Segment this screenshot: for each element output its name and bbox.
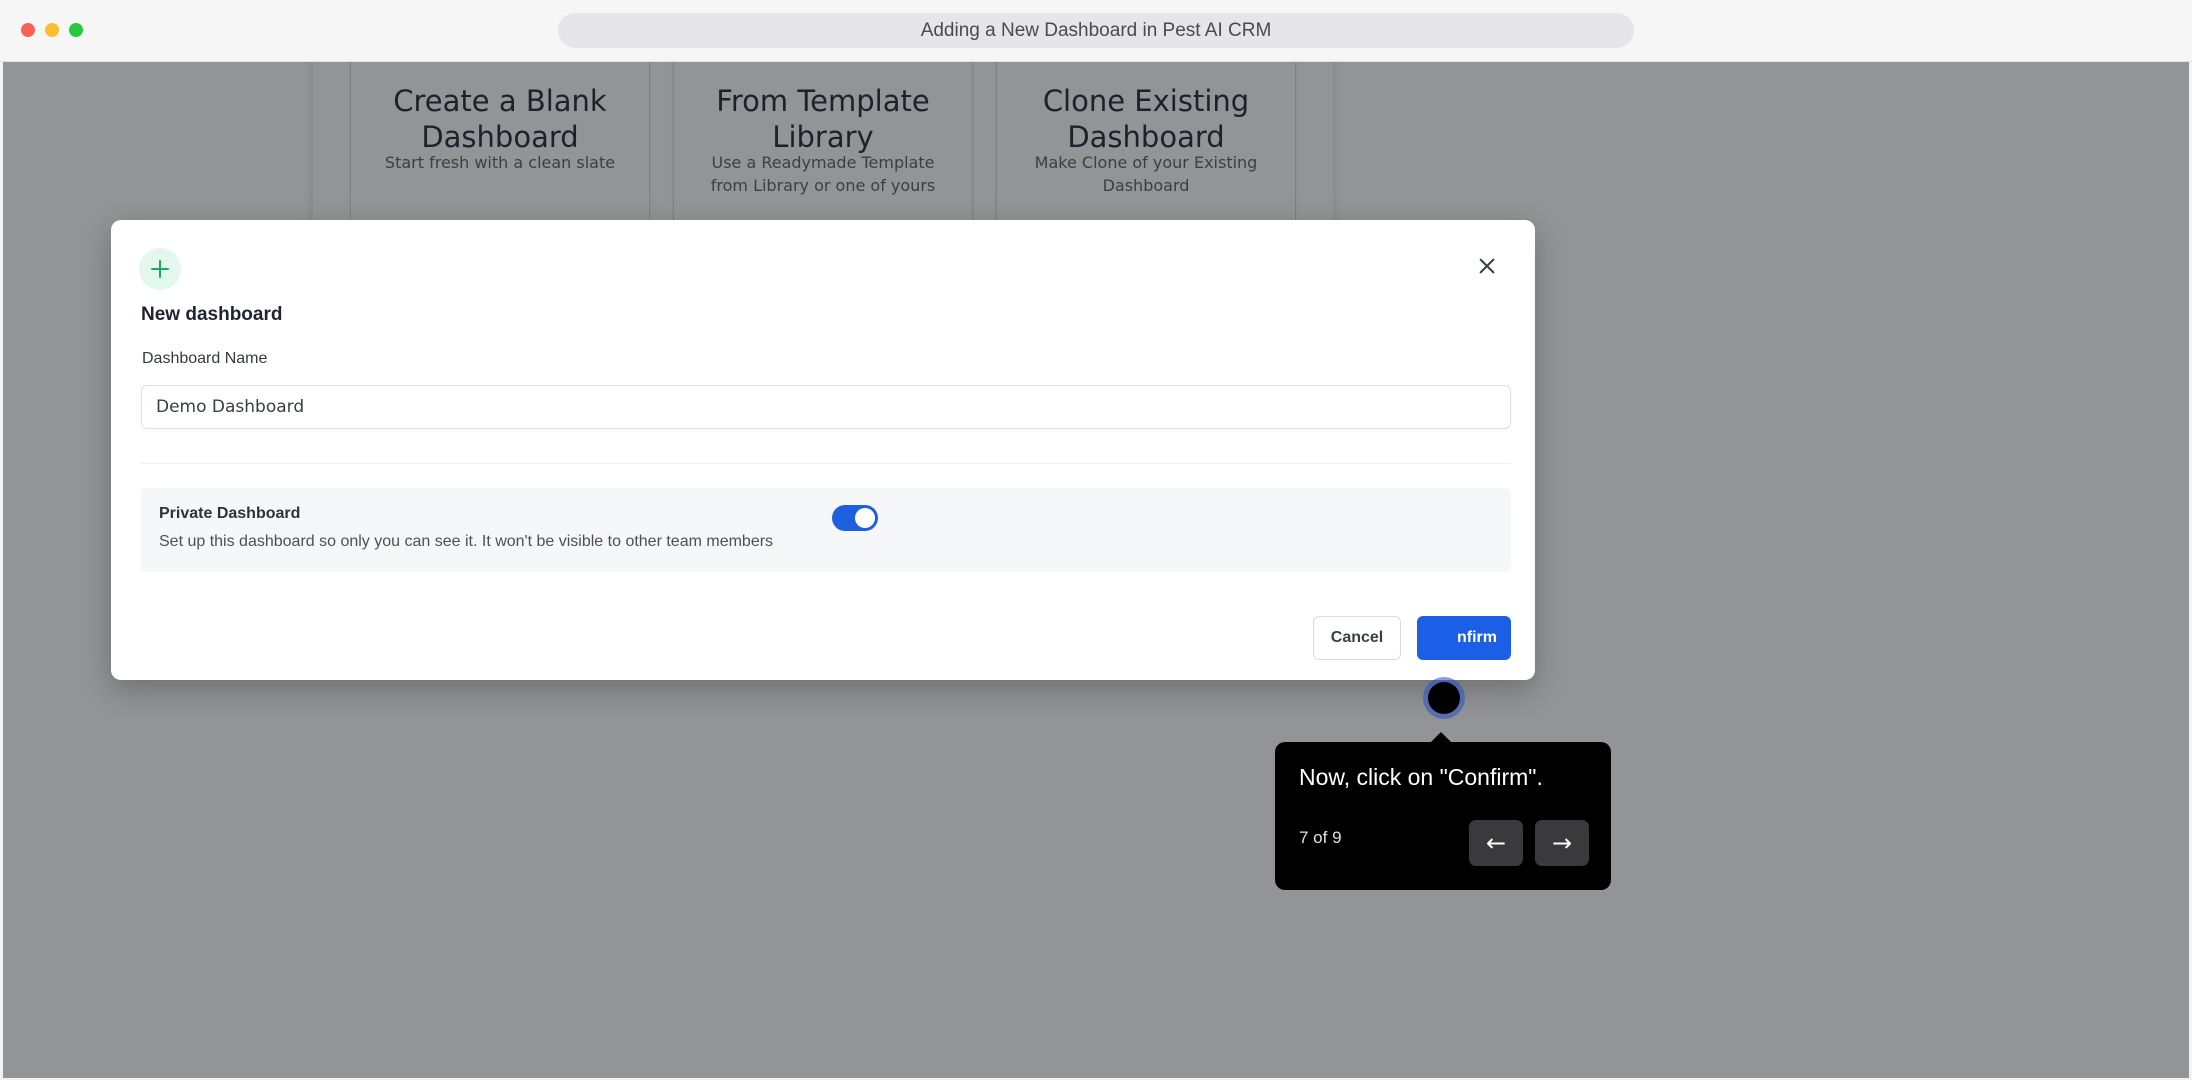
arrow-left-icon: ← [1485, 829, 1507, 857]
private-dashboard-title: Private Dashboard [159, 505, 301, 522]
dashboard-name-label: Dashboard Name [142, 350, 268, 367]
divider [141, 463, 1511, 464]
click-cursor-indicator [1428, 682, 1460, 714]
confirm-button[interactable]: nfirm [1417, 616, 1511, 660]
tooltip-instruction: Now, click on "Confirm". [1299, 764, 1543, 790]
arrow-right-icon: → [1551, 829, 1573, 857]
minimize-window-icon[interactable] [45, 23, 59, 37]
previous-step-button[interactable]: ← [1469, 820, 1523, 866]
private-dashboard-description: Set up this dashboard so only you can se… [159, 533, 774, 550]
tooltip-arrow [1430, 732, 1452, 743]
guide-tooltip: Now, click on "Confirm". 7 of 9 ← → [1275, 732, 1611, 890]
private-dashboard-toggle[interactable] [832, 505, 878, 531]
close-icon[interactable] [1474, 253, 1500, 279]
close-window-icon[interactable] [21, 23, 35, 37]
dashboard-name-input[interactable] [141, 385, 1511, 429]
maximize-window-icon[interactable] [69, 23, 83, 37]
private-dashboard-section: Private Dashboard Set up this dashboard … [141, 488, 1511, 572]
browser-window: Adding a New Dashboard in Pest AI CRM Cr… [0, 0, 2192, 1080]
tooltip-step-counter: 7 of 9 [1299, 828, 1342, 847]
plus-icon [139, 248, 181, 290]
title-bar: Adding a New Dashboard in Pest AI CRM [0, 0, 2192, 62]
modal-title: New dashboard [141, 304, 283, 325]
next-step-button[interactable]: → [1535, 820, 1589, 866]
new-dashboard-modal: New dashboard Dashboard Name Private Das… [111, 220, 1535, 680]
address-bar[interactable]: Adding a New Dashboard in Pest AI CRM [558, 13, 1634, 48]
page-viewport: Create a Blank Dashboard Start fresh wit… [3, 62, 2189, 1078]
toggle-knob [855, 508, 875, 528]
cancel-button[interactable]: Cancel [1313, 616, 1401, 660]
